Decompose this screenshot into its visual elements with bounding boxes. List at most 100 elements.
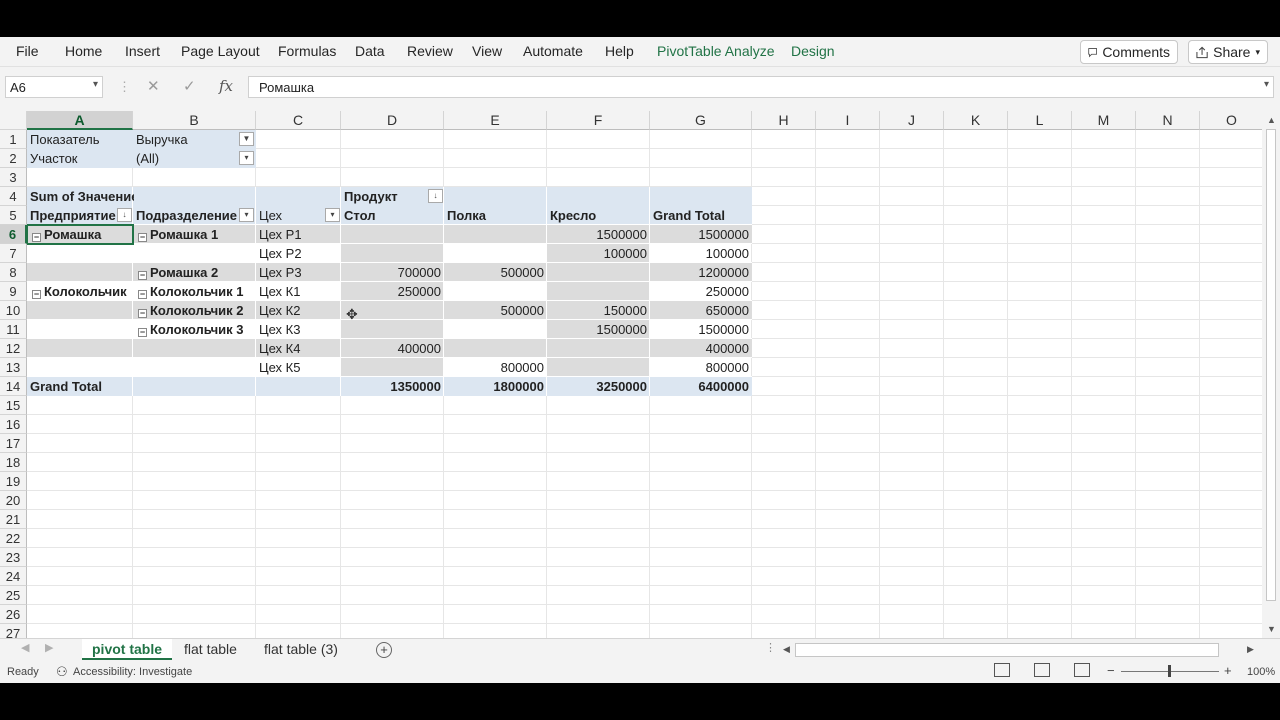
row-item-level3[interactable]: Цех К1 bbox=[256, 282, 341, 301]
pivot-value-cell[interactable]: 400000 bbox=[650, 339, 752, 358]
column-header-e[interactable]: E bbox=[444, 111, 547, 130]
cell-grid[interactable]: Показатель Выручка ▼ Участок (All) ▾ Sum… bbox=[27, 130, 1262, 638]
vertical-scrollbar[interactable]: ▲ ▼ bbox=[1262, 111, 1280, 638]
enter-icon[interactable]: ✓ bbox=[183, 77, 196, 95]
column-header-n[interactable]: N bbox=[1136, 111, 1200, 130]
tab-design[interactable]: Design bbox=[791, 43, 835, 59]
row-field-filter-icon[interactable]: ↓ bbox=[117, 208, 132, 222]
collapse-icon[interactable]: − bbox=[32, 290, 41, 299]
pivot-value-cell[interactable]: 800000 bbox=[444, 358, 547, 377]
row-header-5[interactable]: 5 bbox=[0, 206, 27, 225]
page-break-preview-icon[interactable] bbox=[1074, 663, 1090, 677]
row-item-level2[interactable]: − Ромашка 2 bbox=[135, 263, 256, 282]
row-field-filter-icon[interactable]: ▾ bbox=[325, 208, 340, 222]
pivot-value-cell[interactable]: 400000 bbox=[341, 339, 444, 358]
pivot-value-cell[interactable]: 250000 bbox=[650, 282, 752, 301]
row-header-17[interactable]: 17 bbox=[0, 434, 27, 453]
chevron-down-icon[interactable]: ▾ bbox=[93, 79, 98, 90]
collapse-icon[interactable]: − bbox=[138, 271, 147, 280]
zoom-level[interactable]: 100% bbox=[1247, 666, 1275, 678]
pivot-value-cell[interactable]: 1200000 bbox=[650, 263, 752, 282]
column-header-o[interactable]: O bbox=[1200, 111, 1264, 130]
row-header-14[interactable]: 14 bbox=[0, 377, 27, 396]
zoom-in-icon[interactable]: + bbox=[1224, 663, 1232, 678]
column-header-g[interactable]: G bbox=[650, 111, 752, 130]
column-header-j[interactable]: J bbox=[880, 111, 944, 130]
pivot-value-cell[interactable]: 1500000 bbox=[650, 320, 752, 339]
pivot-value-cell[interactable] bbox=[547, 358, 650, 377]
row-header-1[interactable]: 1 bbox=[0, 130, 27, 149]
pivot-value-cell[interactable]: 650000 bbox=[650, 301, 752, 320]
zoom-out-icon[interactable]: − bbox=[1107, 663, 1115, 678]
horizontal-scroll-thumb[interactable] bbox=[795, 643, 1219, 657]
pivot-value-cell[interactable] bbox=[444, 339, 547, 358]
pivot-value-cell[interactable] bbox=[547, 339, 650, 358]
select-all-corner[interactable] bbox=[0, 111, 27, 130]
pivot-value-cell[interactable] bbox=[547, 282, 650, 301]
row-header-4[interactable]: 4 bbox=[0, 187, 27, 206]
tab-data[interactable]: Data bbox=[355, 43, 385, 59]
filter-dropdown-icon[interactable]: ▾ bbox=[239, 151, 254, 165]
pivot-value-cell[interactable]: 700000 bbox=[341, 263, 444, 282]
scroll-left-icon[interactable]: ◀ bbox=[783, 644, 790, 655]
zoom-slider-handle[interactable] bbox=[1168, 665, 1171, 677]
sheet-tab-pivot-table[interactable]: pivot table bbox=[82, 639, 173, 661]
insert-function-icon[interactable]: fx bbox=[219, 77, 233, 95]
row-header-8[interactable]: 8 bbox=[0, 263, 27, 282]
pivot-value-cell[interactable]: 1500000 bbox=[650, 225, 752, 244]
row-header-16[interactable]: 16 bbox=[0, 415, 27, 434]
pivot-value-cell[interactable] bbox=[547, 263, 650, 282]
column-header-b[interactable]: B bbox=[133, 111, 256, 130]
scroll-up-icon[interactable]: ▲ bbox=[1267, 115, 1276, 125]
row-header-6[interactable]: 6 bbox=[0, 225, 27, 244]
collapse-icon[interactable]: − bbox=[138, 328, 147, 337]
pivot-value-cell[interactable]: 500000 bbox=[444, 301, 547, 320]
add-sheet-icon[interactable]: + bbox=[376, 642, 392, 658]
row-header-23[interactable]: 23 bbox=[0, 548, 27, 567]
horizontal-scrollbar[interactable]: ◀ ▶ bbox=[781, 643, 1259, 657]
accessibility-status[interactable]: Accessibility: Investigate bbox=[73, 666, 192, 678]
pivot-value-cell[interactable] bbox=[341, 358, 444, 377]
row-item-level2[interactable]: − Колокольчик 2 bbox=[135, 301, 256, 320]
tab-pivottable-analyze[interactable]: PivotTable Analyze bbox=[657, 43, 775, 59]
column-header-m[interactable]: M bbox=[1072, 111, 1136, 130]
column-header-k[interactable]: K bbox=[944, 111, 1008, 130]
row-item-level3[interactable]: Цех К5 bbox=[256, 358, 341, 377]
splitter-handle-icon[interactable]: ⋮ bbox=[765, 641, 776, 654]
tab-help[interactable]: Help bbox=[605, 43, 634, 59]
prev-sheet-icon[interactable]: ◀ bbox=[21, 641, 29, 654]
row-item-level2[interactable]: − Колокольчик 1 bbox=[135, 282, 256, 301]
pivot-value-cell[interactable]: 150000 bbox=[547, 301, 650, 320]
column-header-h[interactable]: H bbox=[752, 111, 816, 130]
row-header-9[interactable]: 9 bbox=[0, 282, 27, 301]
sheet-tab-flat-table[interactable]: flat table bbox=[174, 639, 247, 661]
column-header-f[interactable]: F bbox=[547, 111, 650, 130]
pivot-value-cell[interactable]: 500000 bbox=[444, 263, 547, 282]
tab-formulas[interactable]: Formulas bbox=[278, 43, 336, 59]
row-field-filter-icon[interactable]: ▾ bbox=[239, 208, 254, 222]
pivot-value-cell[interactable]: 100000 bbox=[547, 244, 650, 263]
scroll-right-icon[interactable]: ▶ bbox=[1247, 644, 1254, 655]
pivot-value-cell[interactable] bbox=[444, 225, 547, 244]
row-item-level3[interactable]: Цех Р2 bbox=[256, 244, 341, 263]
pivot-value-cell[interactable]: 1500000 bbox=[547, 225, 650, 244]
collapse-icon[interactable]: − bbox=[138, 290, 147, 299]
row-item-level3[interactable]: Цех Р1 bbox=[256, 225, 341, 244]
pivot-value-cell[interactable]: 1500000 bbox=[547, 320, 650, 339]
pivot-value-cell[interactable]: 100000 bbox=[650, 244, 752, 263]
share-button[interactable]: Share ▾ bbox=[1188, 40, 1268, 64]
expand-formula-bar-icon[interactable]: ▾ bbox=[1264, 79, 1269, 90]
comments-button[interactable]: Comments bbox=[1080, 40, 1178, 64]
row-header-19[interactable]: 19 bbox=[0, 472, 27, 491]
row-header-20[interactable]: 20 bbox=[0, 491, 27, 510]
collapse-icon[interactable]: − bbox=[138, 233, 147, 242]
row-header-7[interactable]: 7 bbox=[0, 244, 27, 263]
column-header-i[interactable]: I bbox=[816, 111, 880, 130]
row-header-10[interactable]: 10 bbox=[0, 301, 27, 320]
pivot-value-cell[interactable]: 250000 bbox=[341, 282, 444, 301]
formula-input[interactable]: Ромашка ▾ bbox=[248, 76, 1274, 98]
column-header-c[interactable]: C bbox=[256, 111, 341, 130]
row-header-24[interactable]: 24 bbox=[0, 567, 27, 586]
column-field-filter-icon[interactable]: ↓ bbox=[428, 189, 443, 203]
name-box[interactable]: A6 ▾ bbox=[5, 76, 103, 98]
